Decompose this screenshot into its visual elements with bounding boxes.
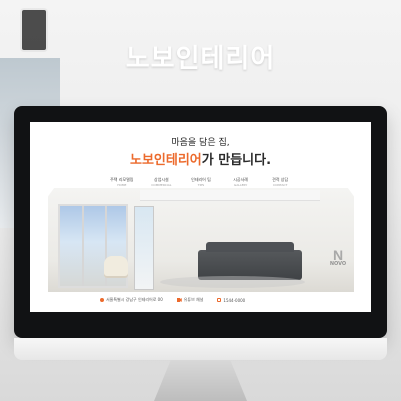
brand-suffix-text: 가 만듭니다.: [201, 153, 272, 168]
video-item[interactable]: 유튜브 채널: [176, 297, 204, 303]
room-door: [134, 206, 154, 290]
watermark-logo: N NOVO: [326, 248, 350, 288]
nav-item-5[interactable]: 견적 상담 CONTACT: [264, 177, 296, 187]
phone-text: 1544-0000: [223, 297, 246, 303]
screen-brandline: 노보인테리어가 만듭니다.: [30, 149, 371, 168]
phone-icon: [217, 298, 222, 302]
logo-text: NOVO: [329, 261, 347, 267]
screen-headline: 마음을 담은 집,: [171, 138, 230, 148]
nav-item-1-sub: HOME: [117, 182, 127, 187]
nav-item-3-sub: TIPS: [197, 182, 205, 187]
screenshot-scene: 노보인테리어 마음을 담은 집, 노보인테리어가 만듭니다. 주택 리모델링 H…: [0, 0, 401, 401]
address-text: 서울특별시 강남구 인테리어로 00: [106, 297, 163, 302]
nav-item-2-sub: COMMERCIAL: [151, 182, 172, 187]
monitor: 마음을 담은 집, 노보인테리어가 만듭니다. 주택 리모델링 HOME 상업시…: [14, 106, 387, 338]
top-navigation: 주택 리모델링 HOME 상업시설 COMMERCIAL 인테리어 팁 TIPS…: [106, 177, 296, 187]
monitor-screen: 마음을 담은 집, 노보인테리어가 만듭니다. 주택 리모델링 HOME 상업시…: [30, 122, 371, 312]
nav-item-2[interactable]: 상업시설 COMMERCIAL: [146, 177, 178, 187]
video-text: 유튜브 채널: [183, 297, 204, 302]
nav-item-3[interactable]: 인테리어 팁 TIPS: [185, 177, 217, 187]
location-icon: [100, 298, 104, 302]
brand-title: 노보인테리어: [125, 44, 276, 74]
nav-item-1[interactable]: 주택 리모델링 HOME: [106, 177, 138, 187]
nav-item-5-sub: CONTACT: [273, 182, 288, 187]
nav-item-4-sub: GALLERY: [233, 182, 248, 187]
room-rug: [160, 276, 305, 288]
ceiling-strip: [140, 190, 320, 201]
address-item: 서울특별시 강남구 인테리어로 00: [100, 297, 163, 303]
brand-accent-text: 노보인테리어: [129, 153, 202, 168]
phone-item[interactable]: 1544-0000: [217, 298, 245, 303]
logo-mark: N: [332, 247, 344, 263]
footer-info-bar: 서울특별시 강남구 인테리어로 00 유튜브 채널 1544-0000: [100, 297, 320, 303]
room-chair: [104, 256, 128, 278]
video-icon: [176, 298, 182, 302]
hero-room-image: N NOVO: [48, 188, 354, 292]
monitor-stand: [154, 360, 247, 401]
nav-item-4[interactable]: 시공사례 GALLERY: [225, 177, 257, 187]
monitor-chin: [14, 338, 387, 360]
